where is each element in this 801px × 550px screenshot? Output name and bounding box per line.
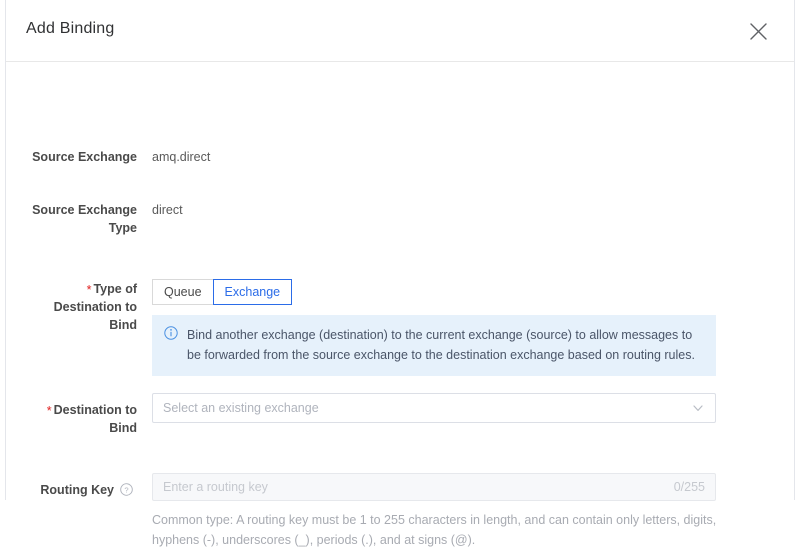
label-text: Destination to xyxy=(54,403,137,417)
required-asterisk: * xyxy=(47,404,52,418)
label-line-2: Type xyxy=(6,219,137,237)
chevron-down-icon xyxy=(691,401,705,415)
label-routing-key: Routing Key xyxy=(6,481,114,499)
svg-text:?: ? xyxy=(124,485,128,494)
label-line-3: Bind xyxy=(6,316,137,334)
question-circle-icon[interactable]: ? xyxy=(120,483,133,496)
close-button[interactable] xyxy=(744,17,772,45)
dialog-header: Add Binding xyxy=(6,0,794,62)
routing-key-placeholder: Enter a routing key xyxy=(163,480,674,494)
required-asterisk: * xyxy=(87,283,92,297)
label-line-2: Destination to xyxy=(6,298,137,316)
page-title: Add Binding xyxy=(26,20,115,38)
close-icon xyxy=(749,22,768,41)
label-source-exchange: Source Exchange xyxy=(6,148,137,166)
dialog-body: Source Exchange amq.direct Source Exchan… xyxy=(6,62,794,499)
segment-queue[interactable]: Queue xyxy=(152,279,213,305)
select-placeholder: Select an existing exchange xyxy=(163,401,691,415)
label-type-of-destination: *Type of Destination to Bind xyxy=(6,280,137,334)
info-banner: Bind another exchange (destination) to t… xyxy=(152,315,716,376)
char-counter: 0/255 xyxy=(674,480,705,494)
value-source-exchange-type: direct xyxy=(152,201,183,219)
label-line-2: Bind xyxy=(6,419,137,437)
label-text: Type of xyxy=(93,282,137,296)
info-circle-icon xyxy=(164,326,178,345)
destination-type-segmented-control[interactable]: Queue Exchange xyxy=(152,279,292,305)
destination-exchange-select[interactable]: Select an existing exchange xyxy=(152,393,716,423)
segment-exchange[interactable]: Exchange xyxy=(213,279,293,305)
label-line-1: Source Exchange xyxy=(6,201,137,219)
value-source-exchange: amq.direct xyxy=(152,148,210,166)
label-source-exchange-type: Source Exchange Type xyxy=(6,201,137,237)
add-binding-dialog: Add Binding Source Exchange amq.direct S… xyxy=(5,0,795,500)
routing-key-input[interactable]: Enter a routing key 0/255 xyxy=(152,473,716,501)
info-banner-text: Bind another exchange (destination) to t… xyxy=(187,325,704,365)
label-line-1: *Destination to xyxy=(6,401,137,419)
label-line-1: *Type of xyxy=(6,280,137,298)
routing-key-helper-text: Common type: A routing key must be 1 to … xyxy=(152,510,722,550)
label-destination-to-bind: *Destination to Bind xyxy=(6,401,137,437)
